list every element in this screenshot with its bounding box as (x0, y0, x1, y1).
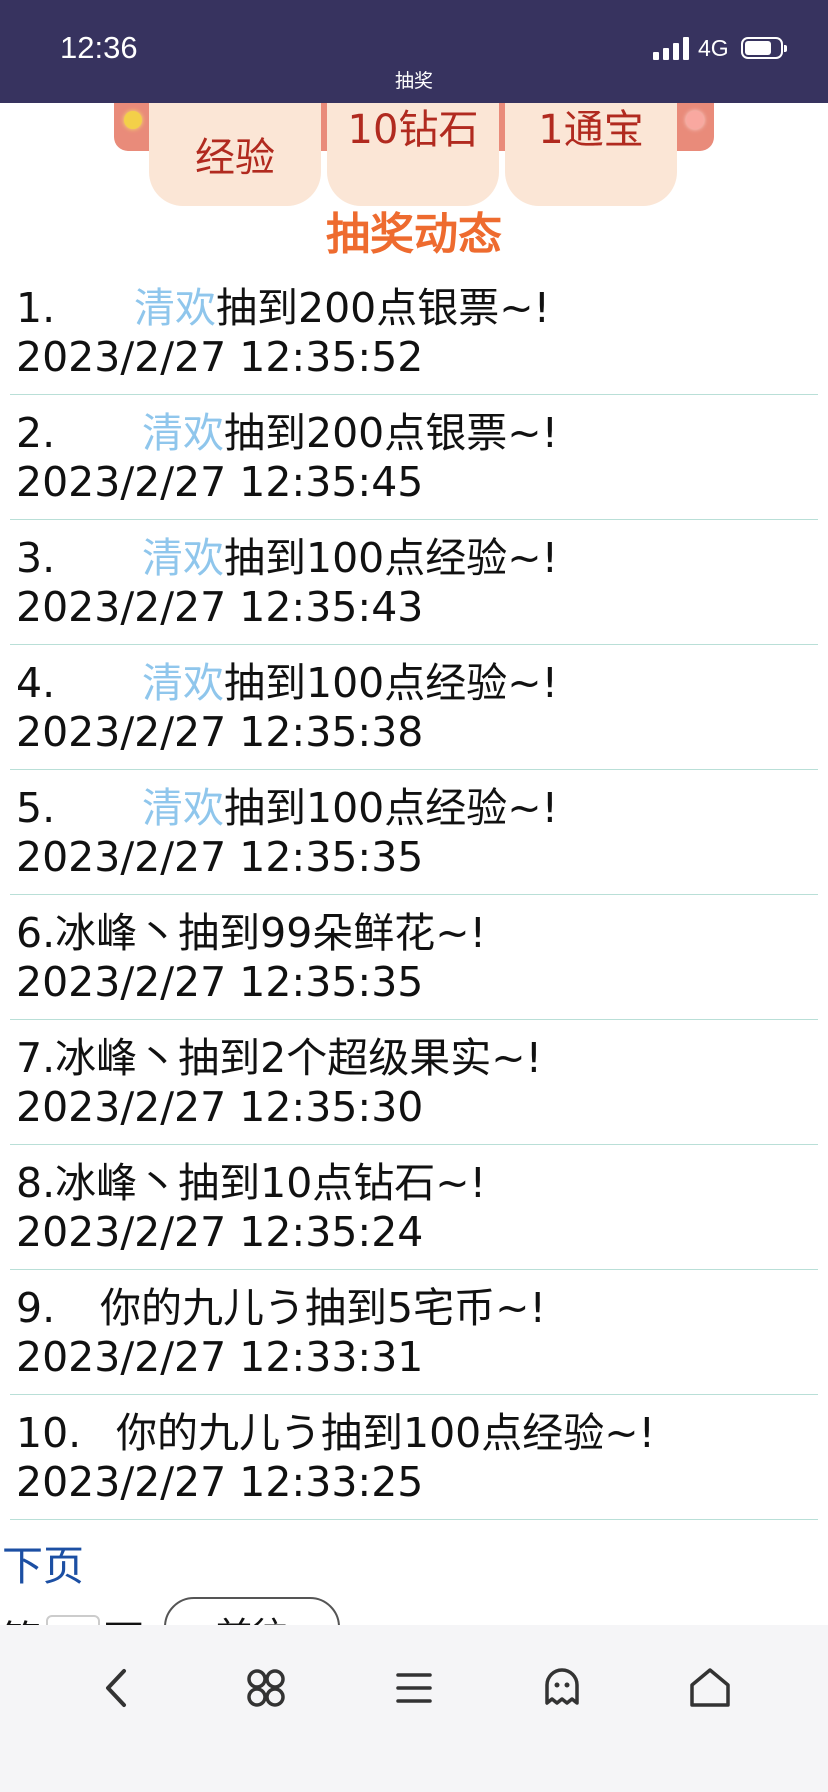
item-text: 抽到100点经验~! (321, 1409, 656, 1457)
item-time: 2023/2/27 12:33:31 (16, 1333, 424, 1381)
prize-label: 经验 (195, 135, 275, 181)
item-rank: 8. (16, 1159, 56, 1207)
back-icon[interactable] (82, 1653, 152, 1723)
user-link[interactable]: 清欢 (134, 284, 216, 332)
item-text: 抽到2个超级果实~! (178, 1034, 542, 1082)
item-rank: 5. (16, 784, 56, 832)
prize-label: 10钻石 (347, 107, 479, 153)
item-rank: 1. (16, 284, 56, 332)
item-time: 2023/2/27 12:35:45 (16, 458, 424, 506)
item-rank: 10. (16, 1409, 82, 1457)
user-link[interactable]: 清欢 (142, 659, 224, 707)
item-text: 抽到200点银票~! (224, 409, 559, 457)
light-dot-icon (686, 111, 704, 129)
item-rank: 7. (16, 1034, 56, 1082)
item-time: 2023/2/27 12:35:24 (16, 1208, 424, 1256)
signal-icon (653, 36, 691, 60)
page-title: 抽奖 (394, 70, 433, 92)
status-bar: 12:36 抽奖 4G (0, 0, 828, 103)
item-text: 抽到100点经验~! (224, 784, 559, 832)
item-time: 2023/2/27 12:33:25 (16, 1458, 424, 1506)
page-suffix-label: 页 (103, 1607, 144, 1625)
item-text: 抽到100点经验~! (224, 534, 559, 582)
item-time: 2023/2/27 12:35:38 (16, 708, 424, 756)
item-time: 2023/2/27 12:35:43 (16, 583, 424, 631)
list-item: 5. 清欢抽到100点经验~! 2023/2/27 12:35:35 (10, 770, 818, 895)
list-item: 1. 清欢抽到200点银票~! 2023/2/27 12:35:52 (10, 270, 818, 395)
draw-feed: 1. 清欢抽到200点银票~! 2023/2/27 12:35:52 2. 清欢抽到… (10, 270, 818, 1520)
list-item: 4. 清欢抽到100点经验~! 2023/2/27 12:35:38 (10, 645, 818, 770)
item-text: 抽到100点经验~! (224, 659, 559, 707)
item-text: 抽到10点钻石~! (178, 1159, 487, 1207)
item-rank: 4. (16, 659, 56, 707)
user-link[interactable]: 你的九儿う (100, 1284, 305, 1332)
prize-label: 1通宝 (538, 107, 644, 153)
list-item: 7.冰峰丶抽到2个超级果实~! 2023/2/27 12:35:30 (10, 1020, 818, 1145)
prize-card: 经验 (149, 103, 321, 206)
status-time: 12:36 (60, 30, 138, 65)
browser-toolbar (0, 1625, 828, 1792)
list-item: 10. 你的九儿う抽到100点经验~! 2023/2/27 12:33:25 (10, 1395, 818, 1520)
list-item: 3. 清欢抽到100点经验~! 2023/2/27 12:35:43 (10, 520, 818, 645)
battery-icon (741, 37, 787, 59)
item-text: 抽到5宅币~! (305, 1284, 546, 1332)
page-jump-row: 第 页 前往 (0, 1595, 828, 1625)
user-link[interactable]: 冰峰丶 (55, 1034, 178, 1082)
item-time: 2023/2/27 12:35:52 (16, 333, 424, 381)
item-text: 抽到200点银票~! (216, 284, 551, 332)
item-rank: 2. (16, 409, 56, 457)
command-icon[interactable] (231, 1653, 301, 1723)
list-item: 8.冰峰丶抽到10点钻石~! 2023/2/27 12:35:24 (10, 1145, 818, 1270)
list-item: 2. 清欢抽到200点银票~! 2023/2/27 12:35:45 (10, 395, 818, 520)
user-link[interactable]: 清欢 (142, 534, 224, 582)
item-rank: 6. (16, 909, 56, 957)
item-time: 2023/2/27 12:35:35 (16, 958, 424, 1006)
next-page-link[interactable]: 下页 (2, 1532, 84, 1592)
ghost-icon[interactable] (527, 1653, 597, 1723)
network-type: 4G (698, 35, 729, 61)
page-number-input[interactable] (46, 1615, 100, 1625)
list-item: 6.冰峰丶抽到99朵鲜花~! 2023/2/27 12:35:35 (10, 895, 818, 1020)
list-item: 9. 你的九儿う抽到5宅币~! 2023/2/27 12:33:31 (10, 1270, 818, 1395)
user-link[interactable]: 清欢 (142, 784, 224, 832)
item-rank: 9. (16, 1284, 56, 1332)
item-time: 2023/2/27 12:35:30 (16, 1083, 424, 1131)
user-link[interactable]: 清欢 (142, 409, 224, 457)
prize-strip: 经验 10钻石 1通宝 (0, 103, 828, 213)
item-rank: 3. (16, 534, 56, 582)
user-link[interactable]: 冰峰丶 (55, 909, 178, 957)
light-dot-icon (124, 111, 142, 129)
home-icon[interactable] (675, 1653, 745, 1723)
jump-button[interactable]: 前往 (164, 1597, 340, 1625)
user-link[interactable]: 冰峰丶 (55, 1159, 178, 1207)
user-link[interactable]: 你的九儿う (116, 1409, 321, 1457)
item-text: 抽到99朵鲜花~! (178, 909, 487, 957)
page-prefix-label: 第 (0, 1607, 41, 1625)
prize-card: 10钻石 (327, 103, 499, 206)
section-title: 抽奖动态 (326, 209, 502, 260)
menu-icon[interactable] (379, 1653, 449, 1723)
prize-card: 1通宝 (505, 103, 677, 206)
item-time: 2023/2/27 12:35:35 (16, 833, 424, 881)
